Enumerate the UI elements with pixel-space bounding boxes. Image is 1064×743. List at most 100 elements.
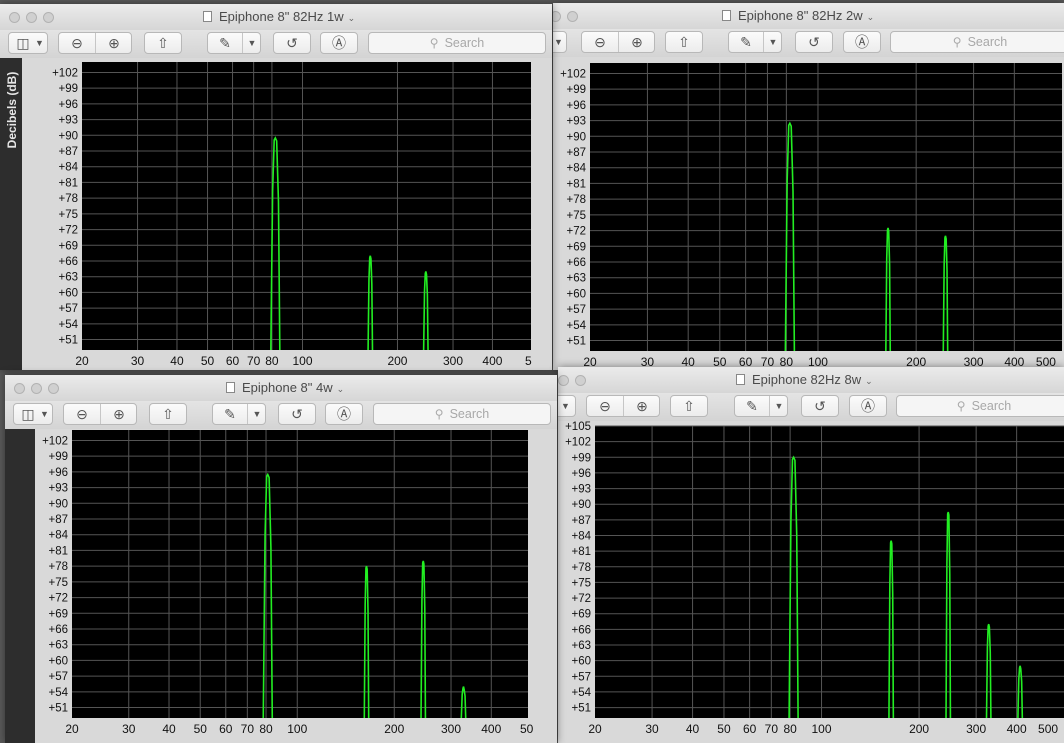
search-field[interactable]: ⚲ Search (368, 32, 546, 54)
y-tick-label: +75 (58, 209, 78, 221)
minimize-button[interactable] (26, 12, 37, 23)
y-tick-label: +102 (42, 435, 68, 447)
zoom-in-icon[interactable]: ⊕ (618, 32, 655, 52)
window-titlebar[interactable]: Epiphone 8" 4w ⌄ (5, 375, 557, 401)
y-tick-label: +87 (566, 147, 586, 159)
zoom-out-icon[interactable]: ⊖ (59, 33, 95, 53)
share-icon: ⇧ (157, 35, 169, 51)
y-tick-label: +93 (566, 116, 586, 128)
sidebar-button[interactable]: ◫ ▼ (13, 403, 53, 425)
rotate-button[interactable]: ↺ (278, 403, 316, 425)
rotate-button[interactable]: ↺ (795, 31, 833, 53)
y-tick-label: +66 (566, 257, 586, 269)
x-tick-label: 100 (287, 722, 307, 736)
markup-icon: ✎ (219, 35, 231, 51)
zoom-in-icon[interactable]: ⊕ (95, 33, 132, 53)
spectrum-plot-svg: 20 30 40 50 60 70 80 100 200 300 400 500+102+99+96+… (553, 57, 1064, 370)
share-button[interactable]: ⇧ (144, 32, 182, 54)
zoom-out-icon[interactable]: ⊖ (582, 32, 618, 52)
chevron-down-icon: ▼ (35, 38, 44, 48)
sidebar-button[interactable]: ▼ (558, 395, 576, 417)
annotate-button[interactable]: Ⓐ (325, 403, 363, 425)
search-field[interactable]: ⚲ Search (896, 395, 1064, 417)
chevron-down-icon: ▼ (40, 409, 49, 419)
spectrum-chart: 20 30 40 50 60 70 80 100 200 300 400 5 +102 +99 +96 +93… (0, 58, 552, 370)
search-placeholder: Search (971, 399, 1012, 413)
y-tick-label: +51 (58, 335, 78, 347)
share-button[interactable]: ⇧ (149, 403, 187, 425)
y-tick-label: +60 (58, 287, 78, 299)
x-tick-label: 30 (131, 354, 145, 368)
markup-button[interactable]: ✎ ▼ (212, 403, 266, 425)
window-titlebar[interactable]: Epiphone 8" 82Hz 2w ⌄ (553, 3, 1064, 29)
x-tick-label: 20 (588, 722, 602, 736)
markup-button[interactable]: ✎ ▼ (207, 32, 261, 54)
zoom-in-icon[interactable]: ⊕ (100, 404, 137, 424)
rotate-button[interactable]: ↺ (273, 32, 311, 54)
traffic-lights (558, 375, 592, 393)
window-title[interactable]: Epiphone 82Hz 8w ⌄ (736, 367, 873, 393)
rotate-icon: ↺ (291, 406, 303, 422)
search-field[interactable]: ⚲ Search (890, 31, 1064, 53)
y-tick-label: +96 (48, 467, 68, 479)
sidebar-button[interactable]: ▼ (553, 31, 567, 53)
window-titlebar[interactable]: Epiphone 82Hz 8w ⌄ (558, 367, 1064, 393)
zoom-out-icon[interactable]: ⊖ (587, 396, 623, 416)
minimize-button[interactable] (553, 11, 561, 22)
chevron-down-icon[interactable]: ▼ (763, 32, 782, 52)
x-tick-label: 80 (265, 354, 279, 368)
chevron-down-icon[interactable]: ▼ (769, 396, 788, 416)
markup-button[interactable]: ✎ ▼ (734, 395, 788, 417)
y-tick-label: +66 (48, 624, 68, 636)
share-button[interactable]: ⇧ (670, 395, 708, 417)
annotate-button[interactable]: Ⓐ (320, 32, 358, 54)
x-tick-label: 400 (1007, 722, 1027, 736)
chevron-down-icon[interactable]: ▼ (247, 404, 266, 424)
preview-window-2w[interactable]: Epiphone 8" 82Hz 2w ⌄ ▼ ⊖ ⊕ ⇧ ✎ ▼ ↺ Ⓐ ⚲ Se… (553, 3, 1064, 370)
traffic-lights (553, 11, 584, 29)
y-tick-label: +96 (566, 100, 586, 112)
annotate-icon: Ⓐ (855, 34, 869, 50)
share-button[interactable]: ⇧ (665, 31, 703, 53)
annotate-button[interactable]: Ⓐ (843, 31, 881, 53)
window-title[interactable]: Epiphone 8" 82Hz 2w ⌄ (722, 3, 874, 29)
minimize-button[interactable] (31, 383, 42, 394)
zoom-button[interactable] (48, 383, 59, 394)
search-placeholder: Search (449, 407, 490, 421)
annotate-button[interactable]: Ⓐ (849, 395, 887, 417)
y-tick-label: +78 (58, 193, 78, 205)
y-tick-label: +63 (571, 640, 591, 652)
markup-button[interactable]: ✎ ▼ (728, 31, 782, 53)
zoom-buttons: ⊖ ⊕ (581, 31, 655, 53)
chevron-down-icon[interactable]: ▼ (242, 33, 261, 53)
y-tick-label: +57 (48, 671, 68, 683)
traffic-lights (14, 383, 65, 401)
zoom-in-icon[interactable]: ⊕ (623, 396, 660, 416)
x-tick-label: 30 (645, 722, 659, 736)
zoom-out-icon[interactable]: ⊖ (64, 404, 100, 424)
y-tick-label: +93 (58, 115, 78, 127)
rotate-button[interactable]: ↺ (801, 395, 839, 417)
window-title[interactable]: Epiphone 8" 4w ⌄ (226, 375, 344, 401)
window-titlebar[interactable]: Epiphone 8" 82Hz 1w ⌄ (0, 4, 552, 30)
y-tick-label: +63 (48, 640, 68, 652)
preview-window-4w[interactable]: Epiphone 8" 4w ⌄ ◫ ▼ ⊖ ⊕ ⇧ ✎ ▼ ↺ Ⓐ ⚲ Searc… (5, 375, 557, 743)
search-field[interactable]: ⚲ Search (373, 403, 551, 425)
y-tick-label: +51 (571, 703, 591, 715)
sidebar-icon: ◫ (21, 406, 35, 422)
zoom-button[interactable] (43, 12, 54, 23)
zoom-button[interactable] (567, 11, 578, 22)
y-tick-label: +96 (58, 99, 78, 111)
window-title[interactable]: Epiphone 8" 82Hz 1w ⌄ (203, 4, 355, 30)
preview-window-8w[interactable]: Epiphone 82Hz 8w ⌄ ▼ ⊖ ⊕ ⇧ ✎ ▼ ↺ Ⓐ ⚲ Searc… (558, 367, 1064, 743)
close-button[interactable] (14, 383, 25, 394)
y-tick-label: +84 (58, 162, 78, 174)
minimize-button[interactable] (558, 375, 569, 386)
x-tick-label: 20 (65, 722, 79, 736)
y-tick-label: +66 (58, 256, 78, 268)
sidebar-button[interactable]: ◫ ▼ (8, 32, 48, 54)
preview-window-1w[interactable]: Epiphone 8" 82Hz 1w ⌄ ◫ ▼ ⊖ ⊕ ⇧ ✎ ▼ ↺ Ⓐ ⚲… (0, 4, 552, 370)
zoom-button[interactable] (575, 375, 586, 386)
spectrum-chart: 20 30 40 50 60 70 80 100 200 300 400 50 +102 +99 +96 +9… (5, 429, 557, 743)
close-button[interactable] (9, 12, 20, 23)
